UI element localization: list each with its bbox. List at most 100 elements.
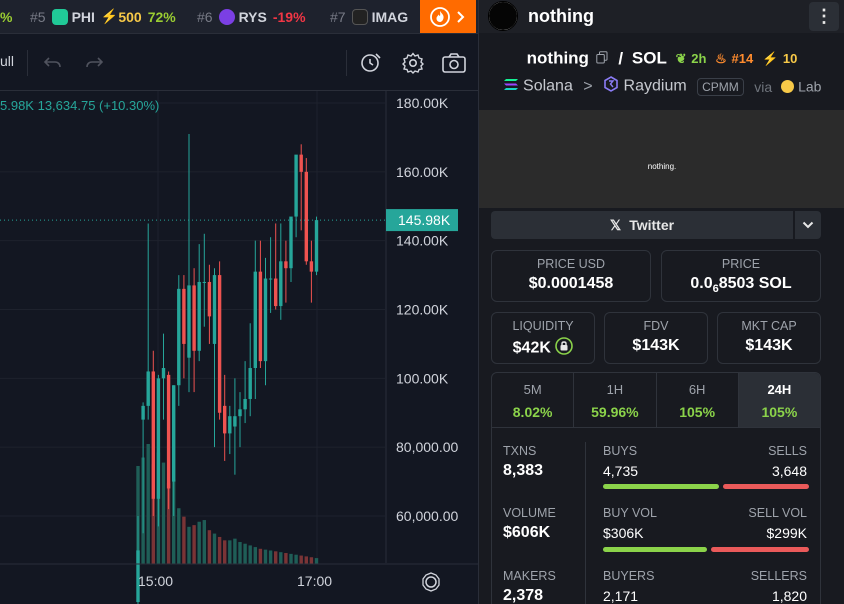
volume-bar	[268, 550, 273, 564]
twitter-button[interactable]: 𝕏 Twitter	[491, 211, 793, 239]
tab-24h[interactable]: 24H 105%	[738, 373, 820, 427]
ticker-item[interactable]: %	[0, 0, 12, 33]
candle-body	[243, 398, 247, 410]
buy-volume-ratio-bar	[603, 547, 707, 552]
pair-info-panel: nothing ⋮ nothing / SOL ❦ 2h ♨ #14 ⚡ 10 …	[478, 0, 844, 604]
candle-body	[299, 154, 303, 172]
candle-body	[263, 278, 268, 362]
hot-pairs-button[interactable]	[420, 0, 476, 33]
volume-bar	[258, 548, 263, 564]
lightning-icon: ⚡	[100, 8, 119, 24]
liquidity-card: LIQUIDITY $42K	[491, 312, 595, 364]
tab-label: 1H	[606, 382, 624, 397]
price-chart[interactable]: 180.00K 160.00K 140.00K 120.00K 100.00K 80,00…	[0, 91, 478, 604]
pair-base: nothing	[526, 48, 589, 68]
banner-text: nothing.	[647, 162, 677, 171]
volume-label: VOLUME	[503, 506, 556, 520]
sell-volume-value: $299K	[766, 525, 807, 541]
kebab-menu-icon: ⋮	[815, 6, 833, 26]
ticker-name: IMAG	[371, 8, 409, 25]
volume-bar	[289, 553, 293, 564]
panel-header: nothing ⋮	[479, 0, 844, 33]
ticker-boost: 500	[118, 8, 142, 25]
ticker-item[interactable]: #7 IMAG	[330, 0, 414, 33]
volume-bar	[177, 508, 181, 564]
candle-body	[217, 275, 222, 413]
candlestick-chart[interactable]: 180.00K 160.00K 140.00K 120.00K 100.00K 80,00…	[0, 91, 478, 604]
tab-change: 105%	[761, 404, 798, 420]
candle-body	[238, 409, 242, 417]
trending-rank: #14	[731, 51, 754, 67]
fdv-card: FDV $143K	[604, 312, 708, 364]
ticker-change: %	[0, 8, 13, 25]
lock-icon[interactable]	[555, 337, 574, 360]
volume-bar	[223, 540, 227, 564]
redo-button[interactable]	[81, 50, 107, 76]
copy-icon[interactable]	[595, 49, 608, 69]
socials-dropdown-button[interactable]	[795, 211, 821, 239]
ticker-item[interactable]: #5 PHI ⚡ 500 72%	[30, 0, 176, 33]
chain-name[interactable]: Solana	[523, 78, 573, 95]
token-banner: nothing.	[479, 110, 844, 208]
undo-button[interactable]	[40, 50, 66, 76]
settings-button[interactable]	[400, 50, 426, 76]
chain-breadcrumb: Solana > Raydium CPMM via Lab	[479, 76, 844, 97]
breadcrumb-chevron: >	[583, 77, 593, 95]
volume-bar	[238, 542, 242, 564]
gear-icon	[402, 52, 424, 74]
volume-bar	[294, 554, 298, 564]
pair-age: 2h	[691, 51, 707, 67]
launchpad-name[interactable]: Lab	[798, 79, 821, 95]
candle-body	[233, 416, 237, 427]
toolbar-divider	[346, 50, 347, 76]
solana-icon	[503, 78, 519, 96]
volume-bar	[274, 551, 278, 564]
price-axis-label: 80,000.00	[396, 439, 458, 455]
more-options-button[interactable]: ⋮	[809, 2, 839, 31]
buy-volume-value: $306K	[603, 525, 644, 541]
tab-5m[interactable]: 5M 8.02%	[492, 373, 575, 427]
tab-6h[interactable]: 6H 105%	[657, 373, 739, 427]
candle-body	[309, 261, 314, 272]
candle-body	[207, 281, 212, 317]
candle-body	[141, 405, 145, 420]
ticker-item[interactable]: #6 RYS -19%	[197, 0, 306, 33]
replay-button[interactable]	[358, 50, 384, 76]
sells-label: SELLS	[768, 444, 807, 458]
candle-body	[197, 281, 201, 351]
axis-settings-gear-icon[interactable]	[425, 576, 437, 588]
candle-body	[156, 378, 161, 499]
volume-bar	[207, 530, 212, 564]
token-avatar	[488, 1, 518, 31]
volume-bar	[304, 556, 308, 564]
candle-body	[268, 278, 273, 280]
raydium-icon	[603, 76, 619, 97]
chart-type-label[interactable]: ull	[0, 53, 14, 69]
buys-value: 4,735	[603, 463, 639, 479]
buyers-value: 2,171	[603, 588, 639, 604]
screenshot-button[interactable]	[441, 50, 467, 76]
dex-name[interactable]: Raydium	[624, 78, 687, 95]
redo-icon	[86, 57, 104, 68]
volume-bar	[309, 557, 314, 564]
pair-quote: SOL	[631, 48, 667, 68]
tab-change: 105%	[679, 404, 716, 420]
tab-label: 6H	[688, 382, 706, 397]
buys-ratio-bar	[603, 484, 719, 489]
market-cap-card: MKT CAP $143K	[717, 312, 821, 364]
candle-body	[284, 261, 288, 269]
volume-bar	[299, 555, 303, 564]
tab-change: 8.02%	[512, 404, 553, 420]
price-sol-suffix: 8503 SOL	[718, 275, 792, 292]
tab-1h[interactable]: 1H 59.96%	[574, 373, 657, 427]
candle-body	[202, 281, 206, 283]
candle-body	[172, 385, 176, 482]
volume-bar	[182, 516, 186, 564]
volume-bar	[202, 520, 206, 564]
token-logo-icon	[351, 8, 368, 25]
volume-bar	[248, 545, 252, 564]
price-axis-label: 140.00K	[396, 233, 449, 249]
candle-body	[161, 368, 166, 379]
chevron-down-icon	[802, 221, 814, 229]
candle-body	[253, 271, 257, 369]
